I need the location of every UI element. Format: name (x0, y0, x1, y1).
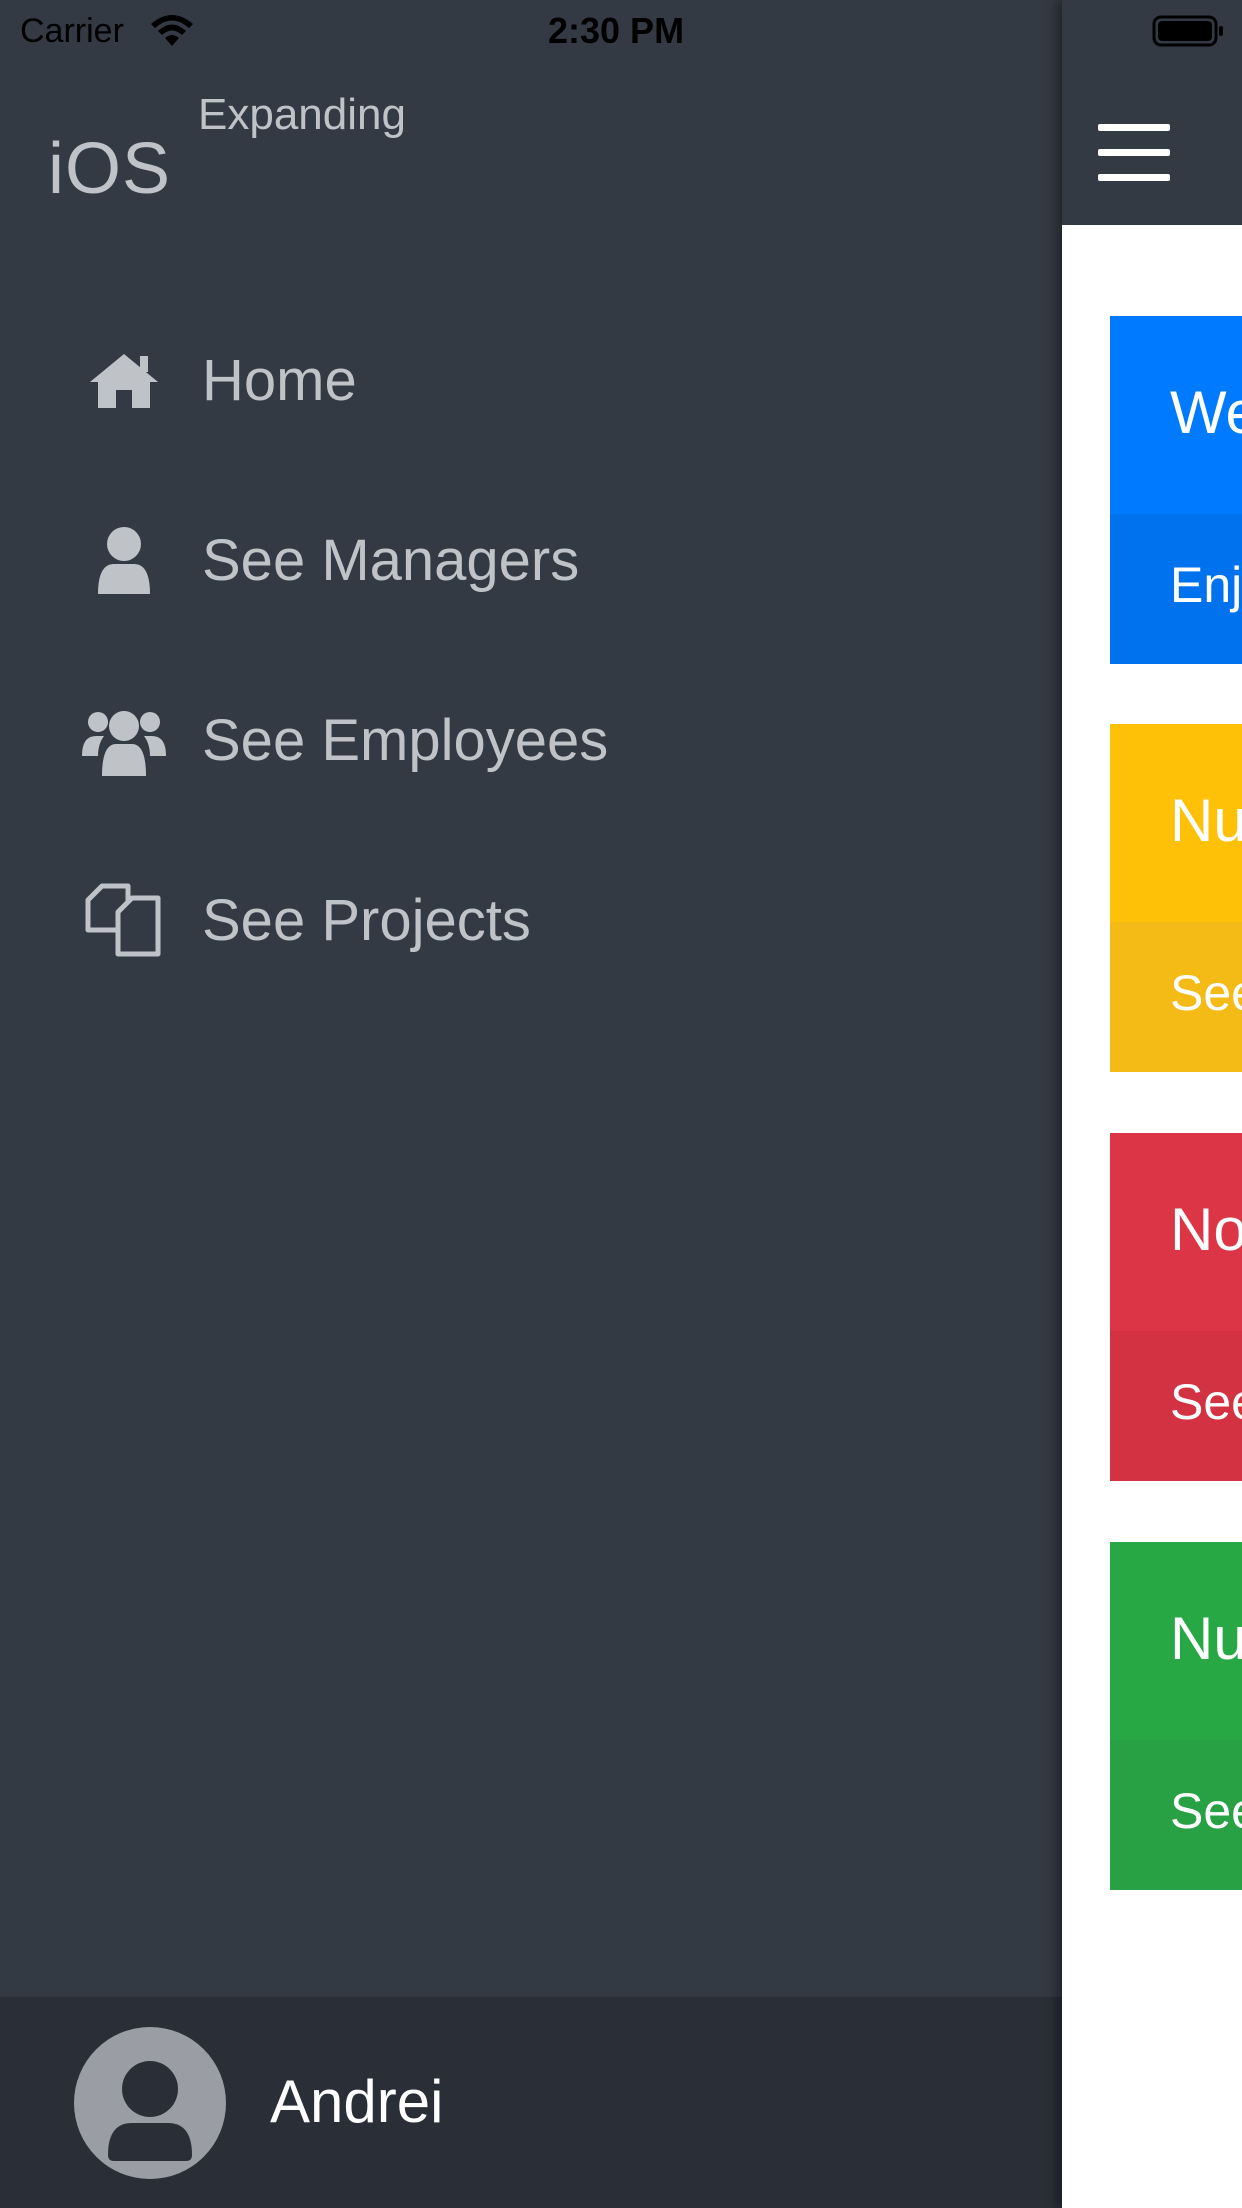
hamburger-menu-icon[interactable] (1098, 124, 1170, 182)
card-title: Nu (1170, 787, 1242, 854)
menu-item-label: See Projects (202, 887, 531, 953)
menu-item-see-managers[interactable]: See Managers (0, 500, 1062, 620)
clock: 2:30 PM (548, 10, 685, 51)
dashboard-card[interactable]: We Enj (1110, 316, 1242, 664)
brand-subtitle: Expanding (198, 90, 406, 139)
card-subtitle: See (1170, 1374, 1242, 1430)
card-subtitle: Enj (1170, 557, 1242, 613)
menu-item-label: See Employees (202, 707, 609, 773)
menu-item-home[interactable]: Home (0, 320, 1062, 440)
dashboard-card[interactable]: No See (1110, 1133, 1242, 1481)
user-name: Andrei (270, 2068, 444, 2135)
side-drawer: Expanding iOS Home See Managers See Empl… (0, 0, 1062, 2208)
menu-item-see-projects[interactable]: See Projects (0, 860, 1062, 980)
main-content: We Enj Nu See No See Nu See (1062, 0, 1242, 2208)
card-subtitle: See (1170, 965, 1242, 1021)
card-subtitle: See (1170, 1783, 1242, 1839)
card-title: We (1170, 379, 1242, 446)
files-icon (80, 876, 168, 964)
wifi-icon (150, 14, 194, 48)
user-icon (80, 516, 168, 604)
menu-item-label: See Managers (202, 527, 580, 593)
card-title: No (1170, 1196, 1242, 1263)
status-bar: Carrier 2:30 PM (0, 0, 1242, 62)
dashboard-card[interactable]: Nu See (1110, 1542, 1242, 1890)
users-icon (80, 696, 168, 784)
carrier-label: Carrier (20, 12, 124, 50)
menu-item-see-employees[interactable]: See Employees (0, 680, 1062, 800)
user-profile-bar[interactable]: Andrei (0, 1997, 1062, 2208)
menu-item-label: Home (202, 347, 357, 413)
card-title: Nu (1170, 1605, 1242, 1672)
battery-icon (1152, 14, 1226, 48)
avatar (74, 2027, 226, 2179)
home-icon (80, 336, 168, 424)
dashboard-card[interactable]: Nu See (1110, 724, 1242, 1072)
brand-title: iOS (48, 129, 172, 209)
